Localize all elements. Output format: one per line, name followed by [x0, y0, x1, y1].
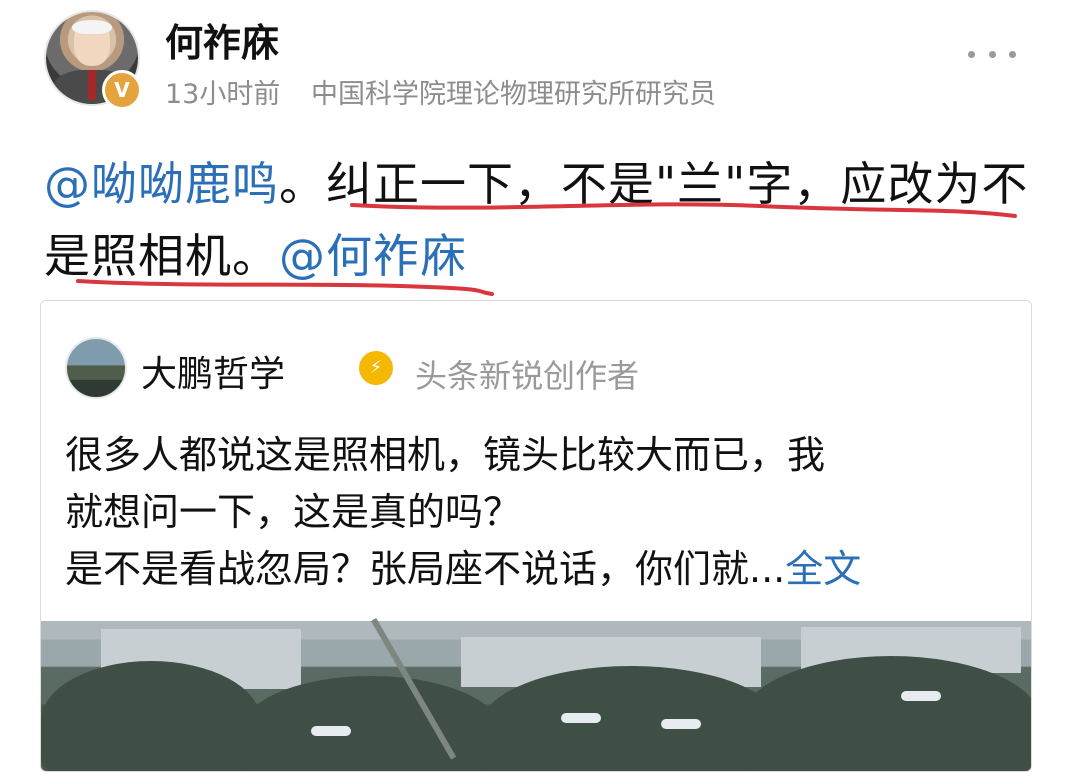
- quoted-post-text: 很多人都说这是照相机，镜头比较大而已，我 就想问一下，这是真的吗？ 是不是看战忽…: [65, 427, 1015, 598]
- image-lamp: [901, 691, 941, 701]
- post-meta: 13小时前 中国科学院理论物理研究所研究员: [165, 72, 716, 111]
- mention-link[interactable]: @何祚庥: [279, 229, 467, 283]
- avatar-hair: [72, 20, 112, 34]
- post-time: 13小时前: [165, 79, 281, 110]
- avatar-tie: [88, 70, 96, 100]
- image-tree: [241, 676, 501, 771]
- quoted-text-line: 是不是看战忽局？张局座不说话，你们就...全文: [65, 541, 1015, 598]
- verified-badge-icon: V: [102, 70, 142, 110]
- quoted-post-image[interactable]: [41, 618, 1031, 771]
- image-lamp: [561, 713, 601, 723]
- dot: [968, 50, 975, 58]
- author-description: 中国科学院理论物理研究所研究员: [310, 79, 716, 110]
- quoted-text-line: 很多人都说这是照相机，镜头比较大而已，我: [65, 433, 826, 477]
- dot: [1009, 50, 1016, 58]
- image-lamp: [311, 726, 351, 736]
- post-content: @呦呦鹿鸣。纠正一下，不是"兰"字，应改为不是照相机。@何祚庥: [44, 148, 1034, 292]
- post-header: V 何祚庥 13小时前 中国科学院理论物理研究所研究员: [0, 0, 1076, 120]
- image-tree: [41, 661, 261, 771]
- author-name[interactable]: 何祚庥: [165, 12, 279, 67]
- quoted-author-avatar[interactable]: [65, 337, 127, 399]
- dot: [988, 50, 996, 58]
- quoted-text-line: 就想问一下，这是真的吗？: [65, 490, 522, 534]
- quoted-author-description: 头条新锐创作者: [415, 357, 640, 395]
- quoted-post-card[interactable]: 大鹏哲学 ⚡ 头条新锐创作者 很多人都说这是照相机，镜头比较大而已，我 就想问一…: [40, 300, 1032, 772]
- quoted-text-truncated: 是不是看战忽局？张局座不说话，你们就...: [65, 547, 786, 591]
- image-lamp: [661, 719, 701, 729]
- creator-badge-icon: ⚡: [359, 351, 393, 385]
- read-more-link[interactable]: 全文: [785, 547, 861, 591]
- image-tree: [741, 656, 1031, 771]
- more-options-icon[interactable]: [968, 44, 1016, 64]
- mention-link[interactable]: @呦呦鹿鸣: [44, 157, 279, 211]
- quoted-author-name[interactable]: 大鹏哲学: [141, 345, 285, 397]
